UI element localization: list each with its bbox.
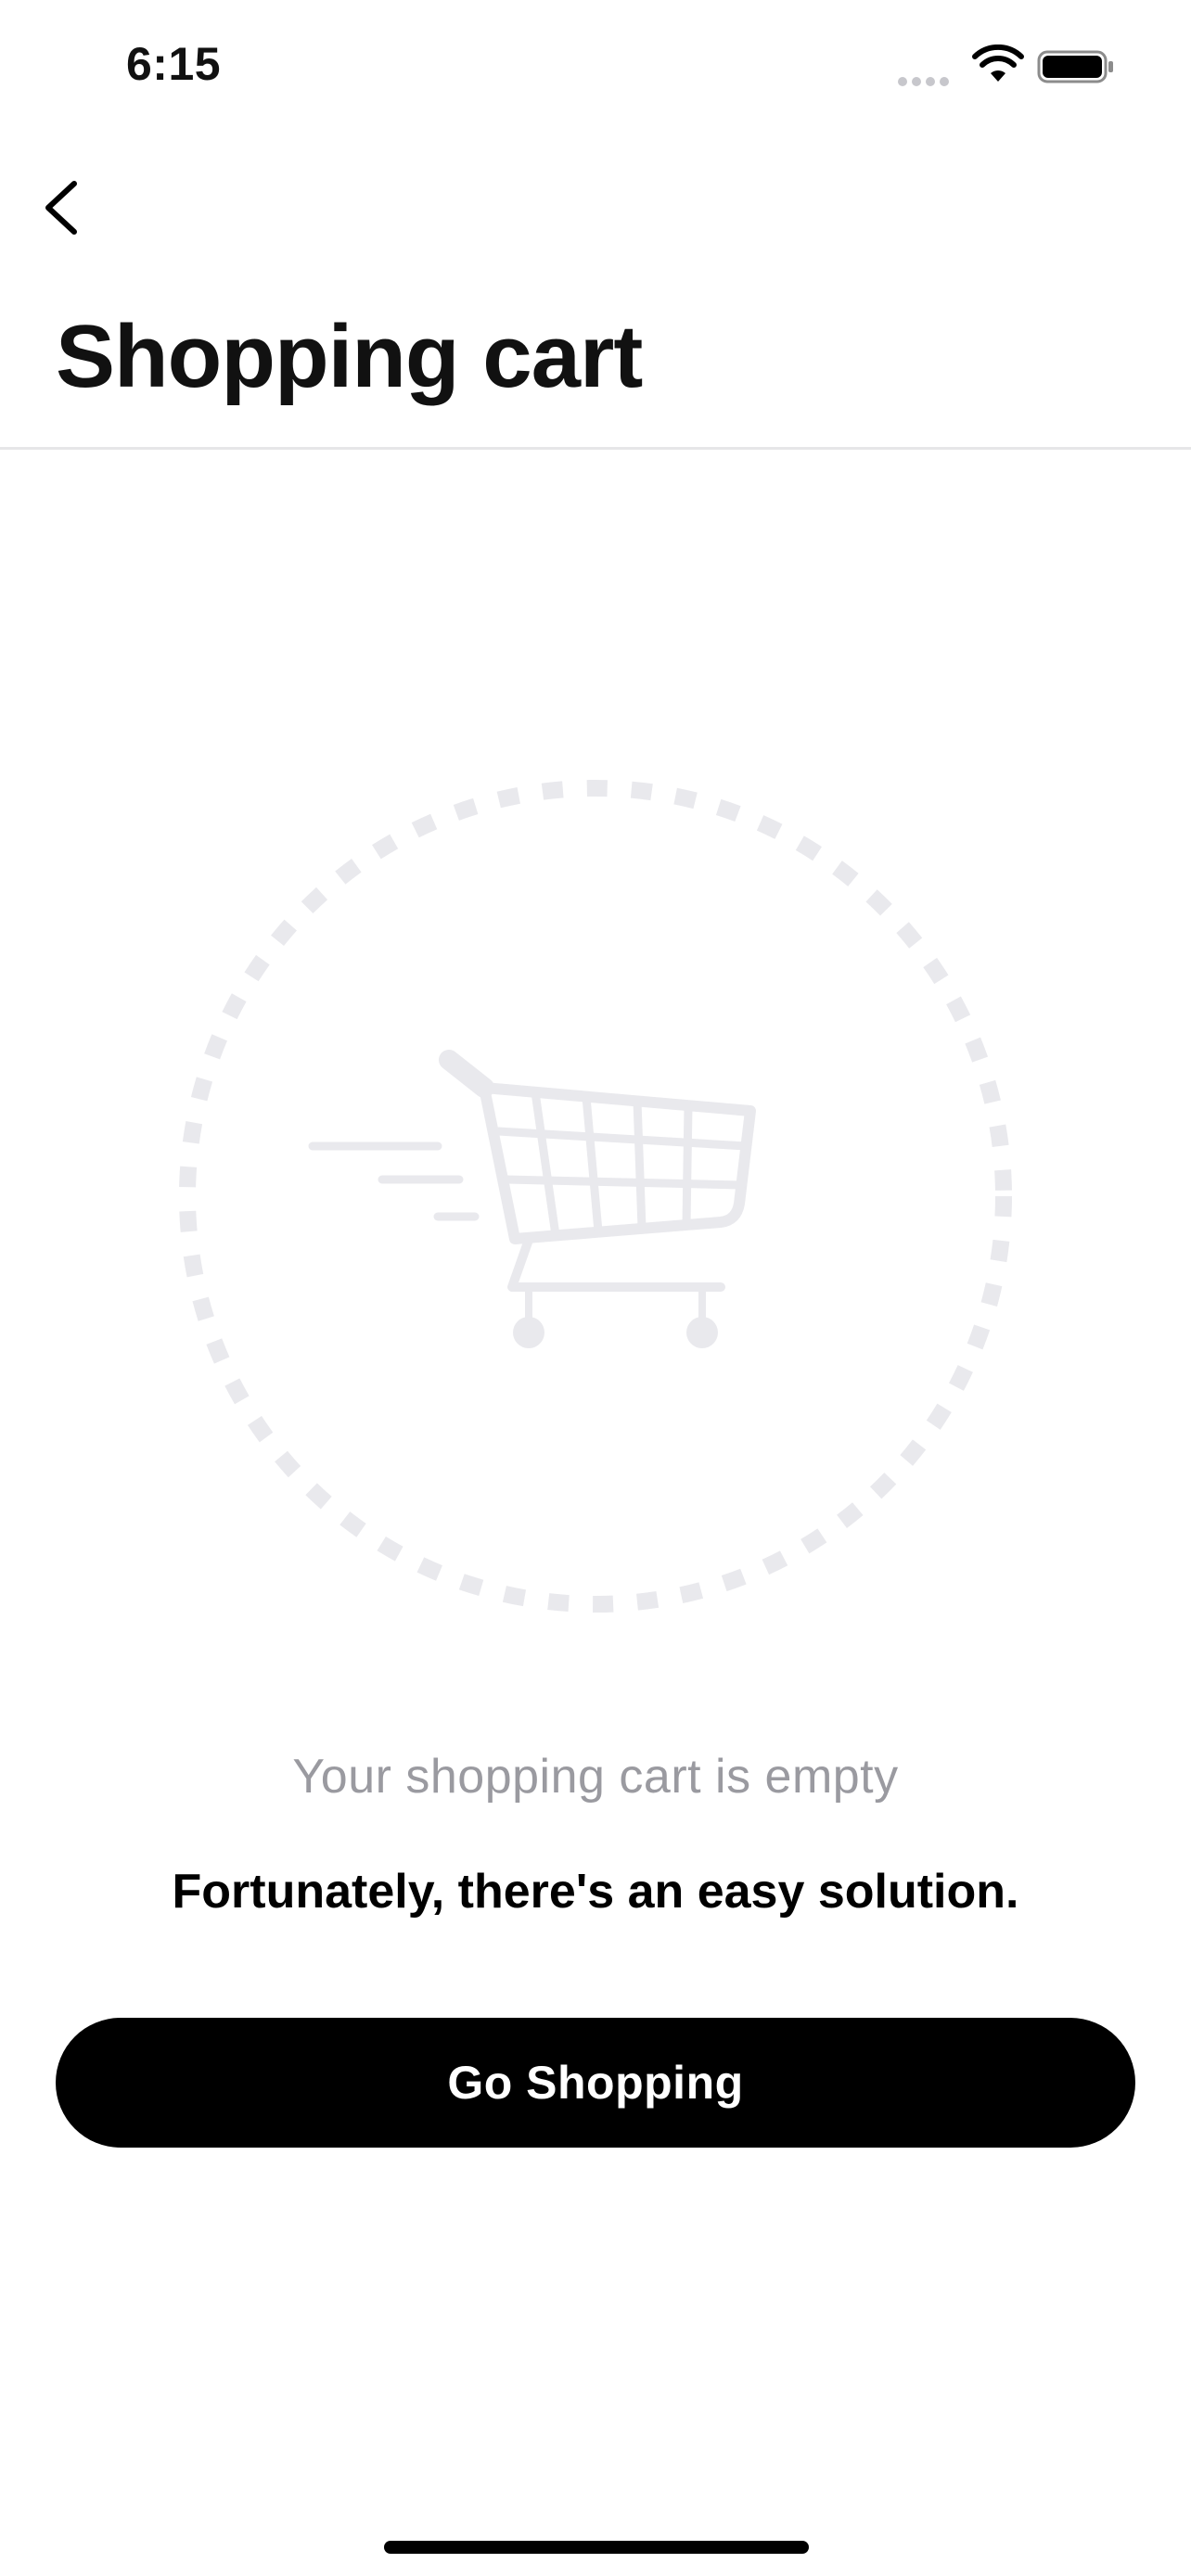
empty-cart-illustration: [179, 780, 1012, 1613]
home-indicator[interactable]: [384, 2541, 809, 2554]
chevron-left-icon: [45, 181, 77, 235]
battery-icon: [1037, 50, 1113, 83]
status-bar: 6:15: [0, 0, 1191, 130]
header-divider: [0, 447, 1191, 450]
empty-cart-subtitle: Fortunately, there's an easy solution.: [172, 1865, 1019, 1919]
page-title: Shopping cart: [56, 307, 643, 406]
shopping-cart-icon: [308, 1050, 756, 1348]
go-shopping-button[interactable]: Go Shopping: [56, 2018, 1135, 2148]
wifi-icon: [972, 45, 1024, 82]
status-time: 6:15: [126, 38, 222, 90]
back-button[interactable]: [37, 174, 93, 241]
empty-cart-message: Your shopping cart is empty: [292, 1750, 899, 1804]
signal-dots-icon: [898, 74, 957, 86]
